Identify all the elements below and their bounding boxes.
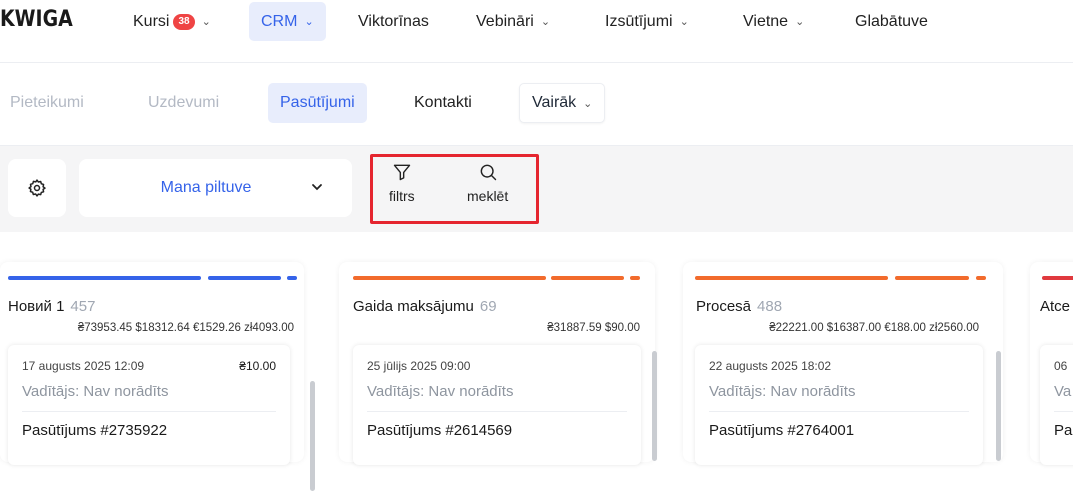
order-card[interactable]: 25 jūlijs 2025 09:00 Vadītājs: Nav norād… [353,345,641,465]
kanban-column: Procesā 488 ₴22221.00 $16387.00 €188.00 z… [683,262,1003,465]
divider [1054,411,1073,412]
chevron-down-icon: ⌄ [540,16,551,28]
order-manager: Vadītājs: Nav norādīts [367,383,514,400]
funnel-select[interactable]: Mana piltuve [79,159,352,217]
tab-kontakti[interactable]: Kontakti [414,83,472,123]
gear-icon [28,179,46,197]
chevron-down-icon: ⌄ [583,97,593,110]
search-icon [480,164,496,181]
column-sums: ₴73953.45 $18312.64 €1529.26 zł4093.00 [77,322,294,334]
tab-pieteikumi[interactable]: Pieteikumi [10,83,84,123]
scrollbar[interactable] [310,381,315,491]
order-manager: Va [1054,383,1072,400]
chevron-down-icon: ⌄ [304,16,314,28]
nav-item-label: Kursi [133,12,170,30]
column-title: Gaida maksājumu 69 [353,298,497,315]
nav-item-viktorinas[interactable]: Viktorīnas [358,2,429,41]
toolbar: Mana piltuve filtrs meklēt [0,146,1073,232]
order-card[interactable]: 17 augusts 2025 12:09 ₴10.00 Vadītājs: N… [8,345,290,465]
divider [709,411,969,412]
divider [367,411,627,412]
tab-uzdevumi[interactable]: Uzdevumi [148,83,219,123]
scrollbar[interactable] [996,351,1001,461]
column-title: Atce [1040,298,1071,315]
order-date: 06 [1054,359,1068,373]
divider [22,411,276,412]
tab-pasutijumi[interactable]: Pasūtījumi [268,83,367,123]
column-title: Новий 1 457 [8,298,96,315]
chevron-down-icon [312,184,322,191]
column-progress-bar [1030,276,1073,280]
order-manager: Vadītājs: Nav norādīts [709,383,856,400]
order-card[interactable]: 06 Va Pa [1040,345,1073,465]
search-label: meklēt [467,188,509,204]
nav-item-vebinari[interactable]: Vebināri ⌄ [476,2,550,41]
scrollbar[interactable] [652,351,657,461]
nav-item-label: Vebināri [476,12,534,30]
settings-button[interactable] [8,159,66,217]
order-number: Pasūtījums #2764001 [709,422,855,439]
column-count: 457 [70,298,96,315]
nav-item-glabatuve[interactable]: Glabātuve [855,2,928,41]
sub-navigation: Pieteikumi Uzdevumi Pasūtījumi Kontakti … [0,63,1073,146]
nav-item-label: Glabātuve [855,12,928,30]
filter-button[interactable]: filtrs [389,162,415,204]
column-count: 488 [757,298,783,315]
kanban-column: Gaida maksājumu 69 ₴31887.59 $90.00 25 jū… [339,262,655,465]
nav-item-label: CRM [261,12,298,30]
filter-icon [393,164,411,181]
column-progress-bar [0,276,304,280]
notification-badge: 38 [173,13,195,30]
nav-item-label: Vietne [743,12,789,30]
order-number: Pa [1054,422,1073,439]
funnel-select-value: Mana piltuve [160,179,252,196]
filter-label: filtrs [389,188,415,204]
column-title: Procesā 488 [696,298,783,315]
more-dropdown[interactable]: Vairāk ⌄ [519,83,606,123]
nav-item-label: Viktorīnas [358,12,429,30]
order-card[interactable]: 22 augusts 2025 18:02 Vadītājs: Nav norā… [695,345,983,465]
more-label: Vairāk [532,94,577,111]
logo[interactable]: KWIGA [0,7,73,32]
order-amount: ₴10.00 [239,359,276,373]
column-progress-bar [339,276,655,280]
order-number: Pasūtījums #2735922 [22,422,168,439]
order-date: 17 augusts 2025 12:09 [22,359,145,373]
chevron-down-icon: ⌄ [679,16,689,28]
nav-item-izsutijumi[interactable]: Izsūtījumi ⌄ [605,2,689,41]
nav-item-crm[interactable]: CRM ⌄ [249,2,326,41]
top-navigation: KWIGA Kursi 38 ⌄ CRM ⌄ Viktorīnas Vebinā… [0,0,1073,63]
order-number: Pasūtījums #2614569 [367,422,513,439]
column-sums: ₴31887.59 $90.00 [547,322,640,334]
nav-item-kursi[interactable]: Kursi 38 ⌄ [133,2,211,41]
chevron-down-icon: ⌄ [795,16,805,28]
column-sums: ₴22221.00 $16387.00 €188.00 zł2560.00 [769,322,979,334]
nav-item-vietne[interactable]: Vietne ⌄ [743,2,804,41]
kanban-column: Новий 1 457 ₴73953.45 $18312.64 €1529.26 … [0,262,315,491]
kanban-column: Atce 06 Va Pa [1030,262,1073,465]
order-date: 25 jūlijs 2025 09:00 [367,359,471,373]
chevron-down-icon: ⌄ [201,16,211,28]
kanban-board: Новий 1 457 ₴73953.45 $18312.64 €1529.26 … [0,232,1073,491]
nav-item-label: Izsūtījumi [605,12,673,30]
search-button[interactable]: meklēt [467,162,508,204]
order-manager: Vadītājs: Nav norādīts [22,383,169,400]
column-count: 69 [479,298,497,315]
order-date: 22 augusts 2025 18:02 [709,359,832,373]
column-progress-bar [683,276,1003,280]
